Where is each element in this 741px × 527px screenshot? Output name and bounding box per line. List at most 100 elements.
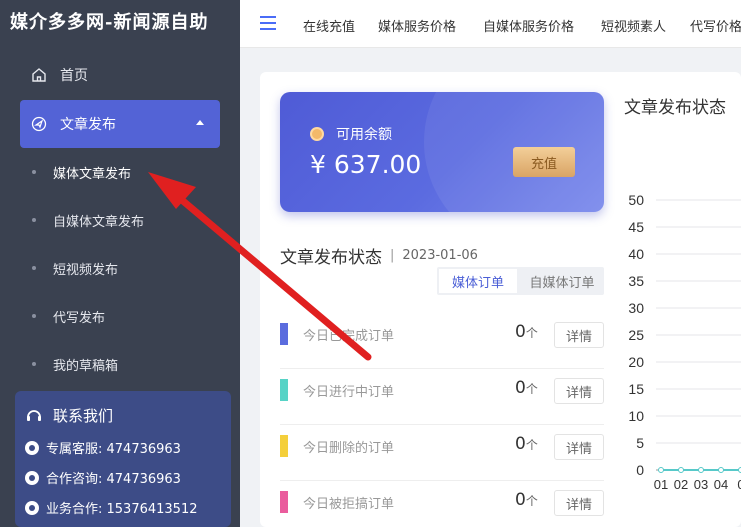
y-tick-label: 25	[628, 327, 644, 343]
bullet-icon	[32, 170, 36, 174]
bullet-icon	[32, 314, 36, 318]
order-count-value: 0	[515, 490, 526, 510]
bullet-icon	[32, 218, 36, 222]
order-count: 0个	[515, 378, 538, 398]
y-tick-label: 40	[628, 246, 644, 262]
status-color-bar	[280, 379, 288, 401]
nav-media-price[interactable]: 媒体服务价格	[378, 16, 456, 35]
phone-icon	[25, 500, 39, 515]
bullet-icon	[32, 362, 36, 366]
balance-label: 可用余额	[310, 124, 392, 144]
headset-icon	[27, 409, 41, 421]
x-tick-label: 0	[737, 477, 741, 492]
sidebar: 媒介多多网-新闻源自助 首页 文章发布 媒体文章发布 自媒体文章发布 短视频发布…	[0, 0, 240, 527]
order-count: 0个	[515, 490, 538, 510]
data-point[interactable]	[698, 467, 704, 473]
data-point[interactable]	[658, 467, 664, 473]
tab-media-orders[interactable]: 媒体订单	[439, 269, 517, 293]
status-header: 文章发布状态 | 2023-01-06	[280, 243, 478, 268]
detail-button[interactable]: 详情	[554, 434, 604, 460]
order-row: 今日已完成订单 0个 详情	[280, 313, 604, 369]
nav-short-video[interactable]: 短视频素人	[601, 16, 666, 35]
order-count-unit: 个	[525, 326, 538, 340]
nav-ghostwrite-price[interactable]: 代写价格	[690, 16, 741, 35]
qq-icon	[25, 470, 39, 485]
send-icon	[30, 115, 48, 133]
y-tick-label: 50	[628, 192, 644, 208]
status-color-bar	[280, 323, 288, 345]
sidebar-item-label: 首页	[60, 68, 88, 84]
order-count-value: 0	[515, 378, 526, 398]
order-row: 今日被拒搞订单 0个 详情	[280, 481, 604, 527]
balance-label-text: 可用余额	[336, 127, 392, 143]
order-count: 0个	[515, 434, 538, 454]
status-title: 文章发布状态	[280, 248, 382, 268]
order-label: 今日删除的订单	[303, 441, 395, 456]
sidebar-sub-self-media-article[interactable]: 自媒体文章发布	[32, 208, 144, 232]
recharge-button[interactable]: 充值	[513, 147, 575, 177]
order-count-unit: 个	[525, 494, 538, 508]
sidebar-sub-label: 媒体文章发布	[53, 166, 132, 182]
contact-row-business: 业务合作: 15376413512	[25, 498, 198, 517]
y-tick-label: 5	[636, 435, 644, 451]
top-nav: 在线充值 媒体服务价格 自媒体服务价格 短视频素人 代写价格	[240, 0, 741, 48]
order-row: 今日删除的订单 0个 详情	[280, 425, 604, 481]
data-point[interactable]	[718, 467, 724, 473]
contact-title-label: 联系我们	[53, 407, 114, 425]
order-count-unit: 个	[525, 438, 538, 452]
order-count-value: 0	[515, 322, 526, 342]
order-count: 0个	[515, 322, 538, 342]
nav-recharge[interactable]: 在线充值	[303, 16, 355, 35]
y-tick-label: 0	[636, 462, 644, 478]
x-tick-label: 04	[714, 477, 728, 492]
order-label: 今日已完成订单	[303, 329, 395, 344]
sidebar-item-publish[interactable]: 文章发布	[20, 100, 220, 148]
status-color-bar	[280, 435, 288, 457]
contact-text: 专属客服: 474736963	[46, 442, 181, 457]
home-icon	[30, 66, 48, 84]
menu-toggle-icon[interactable]	[260, 16, 276, 30]
contact-text: 合作咨询: 474736963	[46, 472, 181, 487]
separator: |	[390, 248, 395, 263]
sidebar-item-label: 文章发布	[60, 117, 116, 133]
chart-title: 文章发布状态	[624, 98, 726, 118]
contact-row-service: 专属客服: 474736963	[25, 438, 181, 457]
y-tick-label: 45	[628, 219, 644, 235]
nav-self-media-price[interactable]: 自媒体服务价格	[483, 16, 574, 35]
sidebar-sub-ghostwrite[interactable]: 代写发布	[32, 304, 105, 328]
order-count-value: 0	[515, 434, 526, 454]
sidebar-sub-drafts[interactable]: 我的草稿箱	[32, 352, 118, 376]
contact-text: 业务合作: 15376413512	[46, 502, 198, 517]
balance-card: 可用余额 ¥ 637.00 充值	[280, 92, 604, 212]
status-date: 2023-01-06	[402, 248, 478, 263]
y-tick-label: 20	[628, 354, 644, 370]
y-tick-label: 35	[628, 273, 644, 289]
coin-icon	[310, 127, 324, 141]
sidebar-sub-label: 我的草稿箱	[53, 358, 119, 374]
detail-button[interactable]: 详情	[554, 490, 604, 516]
detail-button[interactable]: 详情	[554, 322, 604, 348]
detail-button[interactable]: 详情	[554, 378, 604, 404]
publish-status-chart: 0 5 10 15 20 25 30 35 40 45 50 01 02 03 04 0	[628, 192, 741, 492]
bullet-icon	[32, 266, 36, 270]
x-tick-label: 01	[654, 477, 668, 492]
tab-self-media-orders[interactable]: 自媒体订单	[521, 269, 603, 293]
sidebar-item-home[interactable]: 首页	[20, 53, 220, 97]
chevron-up-icon	[196, 120, 204, 125]
y-tick-label: 15	[628, 381, 644, 397]
y-tick-label: 30	[628, 300, 644, 316]
contact-row-consult: 合作咨询: 474736963	[25, 468, 181, 487]
order-tabs: 媒体订单 自媒体订单	[437, 267, 604, 295]
brand-title: 媒介多多网-新闻源自助	[10, 12, 209, 33]
contact-title: 联系我们	[25, 405, 113, 426]
sidebar-sub-label: 短视频发布	[53, 262, 119, 278]
data-point[interactable]	[678, 467, 684, 473]
sidebar-sub-label: 自媒体文章发布	[53, 214, 145, 230]
sidebar-sub-media-article[interactable]: 媒体文章发布	[32, 160, 131, 184]
status-color-bar	[280, 491, 288, 513]
qq-icon	[25, 440, 39, 455]
order-count-unit: 个	[525, 382, 538, 396]
sidebar-sub-label: 代写发布	[53, 310, 106, 326]
sidebar-sub-short-video[interactable]: 短视频发布	[32, 256, 118, 280]
balance-amount: ¥ 637.00	[310, 150, 422, 179]
